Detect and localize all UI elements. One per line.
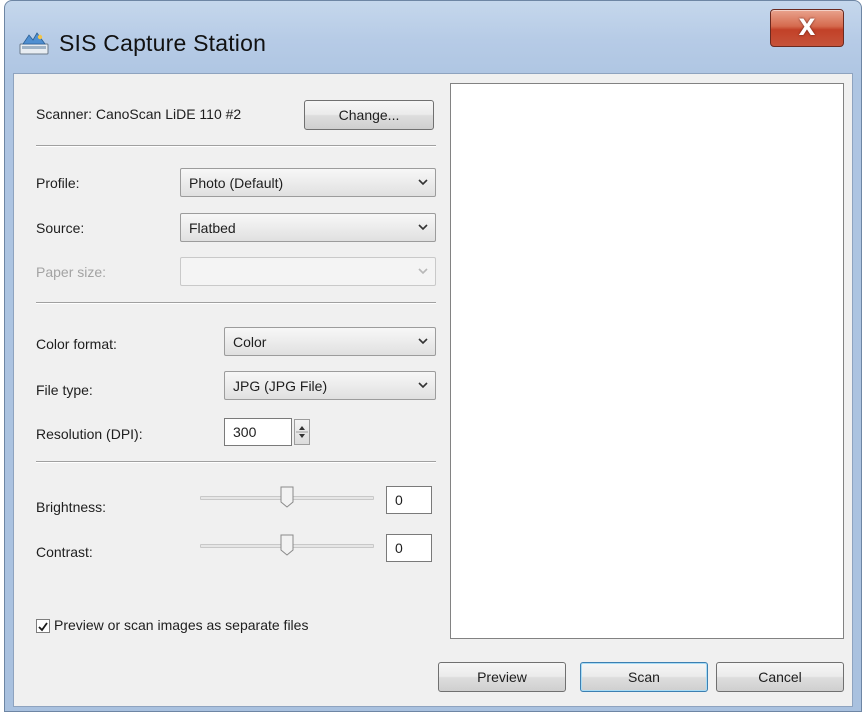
profile-value: Photo (Default) [189, 175, 284, 191]
scan-button[interactable]: Scan [580, 662, 708, 692]
contrast-slider-thumb[interactable] [280, 534, 294, 556]
brightness-label: Brightness: [36, 499, 107, 515]
separate-files-label[interactable]: Preview or scan images as separate files [54, 617, 308, 633]
separator [36, 461, 436, 463]
brightness-slider-thumb[interactable] [280, 486, 294, 508]
preview-button[interactable]: Preview [438, 662, 566, 692]
change-scanner-button[interactable]: Change... [304, 100, 434, 130]
resolution-spinner[interactable] [294, 419, 310, 445]
dialog-body: Scanner: CanoScan LiDE 110 #2 Change... … [13, 73, 853, 707]
resolution-label: Resolution (DPI): [36, 426, 143, 442]
source-label: Source: [36, 220, 85, 236]
spinner-arrows-icon [296, 426, 308, 438]
paper-size-label: Paper size: [36, 264, 107, 280]
chevron-down-icon [418, 179, 428, 186]
source-dropdown[interactable]: Flatbed [180, 213, 436, 242]
chevron-down-icon [418, 224, 428, 231]
file-type-value: JPG (JPG File) [233, 378, 328, 394]
color-format-value: Color [233, 334, 267, 350]
profile-dropdown[interactable]: Photo (Default) [180, 168, 436, 197]
close-button[interactable]: X [770, 9, 844, 47]
scanner-app-icon [19, 32, 49, 55]
cancel-button[interactable]: Cancel [716, 662, 844, 692]
file-type-dropdown[interactable]: JPG (JPG File) [224, 371, 436, 400]
separate-files-checkbox[interactable] [36, 619, 50, 633]
window-title: SIS Capture Station [59, 30, 267, 56]
chevron-down-icon [418, 382, 428, 389]
separator [36, 145, 436, 147]
contrast-label: Contrast: [36, 544, 93, 560]
capture-station-window: SIS Capture Station X Scanner: CanoScan … [4, 0, 862, 712]
scanner-label: Scanner: CanoScan LiDE 110 #2 [36, 106, 242, 122]
resolution-input[interactable]: 300 [224, 418, 292, 446]
scan-preview-area[interactable] [450, 83, 844, 639]
close-icon: X [798, 15, 816, 41]
source-value: Flatbed [189, 220, 236, 236]
title-bar[interactable]: SIS Capture Station X [5, 1, 861, 73]
profile-label: Profile: [36, 175, 80, 191]
chevron-down-icon [418, 338, 428, 345]
chevron-down-icon [418, 268, 428, 275]
color-format-dropdown[interactable]: Color [224, 327, 436, 356]
brightness-input[interactable]: 0 [386, 486, 432, 514]
paper-size-dropdown [180, 257, 436, 286]
file-type-label: File type: [36, 382, 93, 398]
color-format-label: Color format: [36, 336, 117, 352]
contrast-input[interactable]: 0 [386, 534, 432, 562]
checkmark-icon [38, 622, 48, 632]
separator [36, 302, 436, 304]
